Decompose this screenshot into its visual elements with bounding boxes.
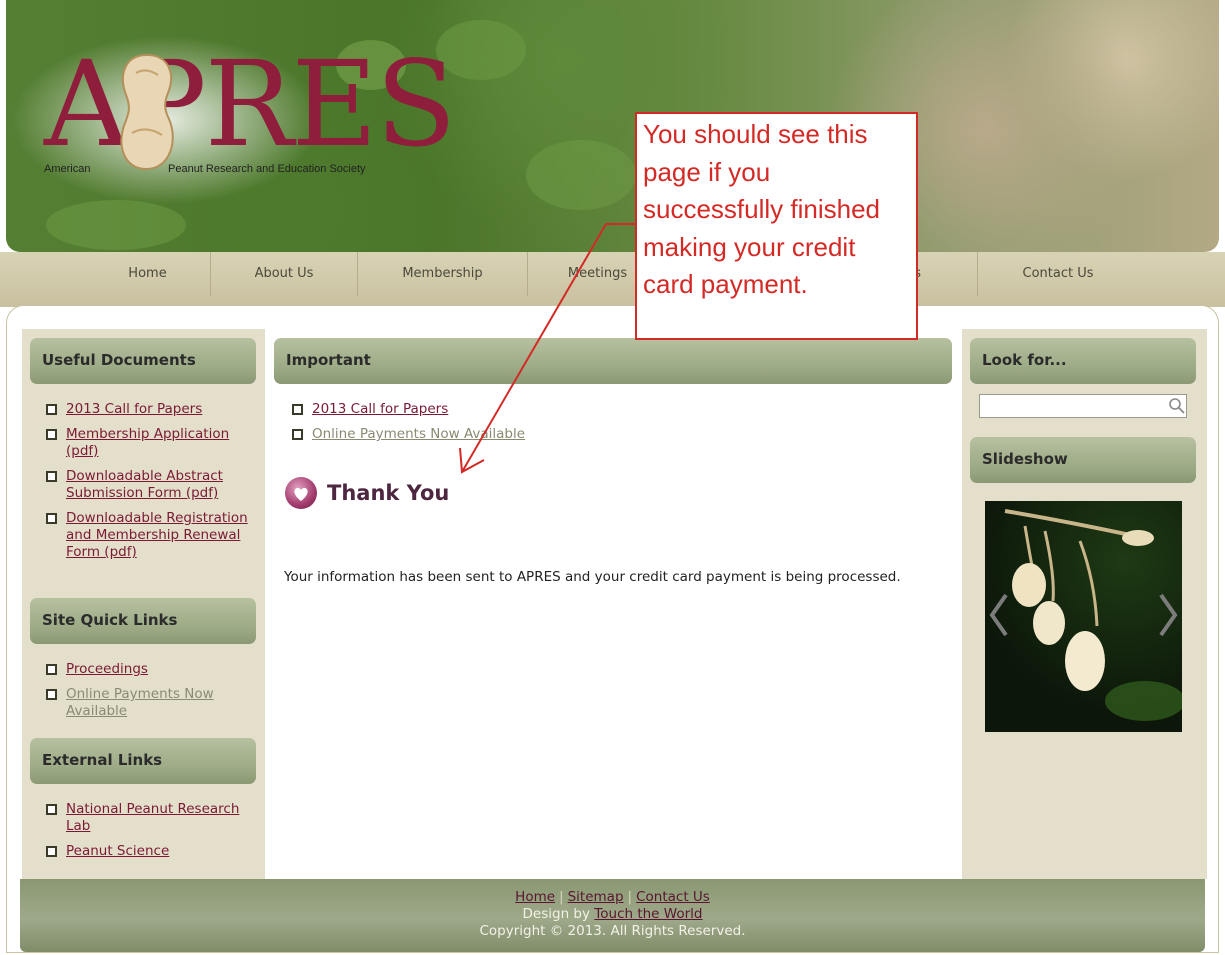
useful-documents-header: Useful Documents	[30, 338, 256, 384]
footer-separator: |	[559, 889, 564, 905]
footer-link-designer[interactable]: Touch the World	[594, 906, 702, 922]
footer-links: Home | Sitemap | Contact Us	[20, 879, 1205, 906]
external-links-header: External Links	[30, 738, 256, 784]
annotation-callout: You should see this page if you successf…	[635, 112, 918, 340]
important-header: Important	[274, 338, 952, 384]
bullet-icon	[46, 513, 57, 524]
bullet-icon	[46, 429, 57, 440]
peanut-photo	[1004, 509, 1182, 721]
list-item: Online Payments Now Available	[44, 686, 254, 720]
header-banner: APRES American Peanut Research and Educa…	[6, 0, 1219, 252]
list-item: Online Payments Now Available	[290, 426, 690, 443]
banner-foliage	[526, 140, 636, 210]
link-registration-form[interactable]: Downloadable Registration and Membership…	[66, 510, 248, 560]
banner-foliage	[46, 200, 186, 250]
external-links-list: National Peanut Research Lab Peanut Scie…	[44, 801, 254, 868]
search-header: Look for...	[970, 338, 1196, 384]
list-item: Proceedings	[44, 661, 254, 678]
link-proceedings[interactable]: Proceedings	[66, 661, 148, 677]
site-quick-links-list: Proceedings Online Payments Now Availabl…	[44, 661, 254, 728]
slideshow-next-icon[interactable]	[1157, 591, 1181, 639]
list-item: Downloadable Abstract Submission Form (p…	[44, 468, 254, 502]
site-logo[interactable]: APRES American Peanut Research and Educa…	[44, 45, 456, 185]
footer-design-prefix: Design by	[522, 906, 590, 922]
bullet-icon	[292, 429, 303, 440]
footer-link-contact[interactable]: Contact Us	[636, 889, 710, 905]
footer-credit: Design by Touch the World	[20, 906, 1205, 923]
logo-tagline: American	[44, 163, 91, 175]
link-membership-application[interactable]: Membership Application (pdf)	[66, 426, 229, 459]
thank-you-icon	[285, 477, 317, 509]
nav-contact-us[interactable]: Contact Us	[978, 252, 1138, 296]
footer: Home | Sitemap | Contact Us Design by Touch …	[20, 879, 1205, 952]
site-quick-links-header: Site Quick Links	[30, 598, 256, 644]
slideshow-prev-icon[interactable]	[986, 591, 1010, 639]
list-item: National Peanut Research Lab	[44, 801, 254, 835]
link-peanut-science[interactable]: Peanut Science	[66, 843, 169, 859]
useful-documents-list: 2013 Call for Papers Membership Applicat…	[44, 401, 254, 569]
link-online-payments[interactable]: Online Payments Now Available	[66, 686, 214, 719]
slideshow-image	[985, 501, 1182, 732]
link-call-for-papers[interactable]: 2013 Call for Papers	[66, 401, 202, 417]
heart-icon	[294, 487, 308, 501]
list-item: 2013 Call for Papers	[44, 401, 254, 418]
nav-home[interactable]: Home	[85, 252, 211, 296]
list-item: Downloadable Registration and Membership…	[44, 510, 254, 561]
bullet-icon	[46, 689, 57, 700]
list-item: Peanut Science	[44, 843, 254, 860]
page-title: Thank You	[327, 481, 450, 505]
slideshow-header: Slideshow	[970, 437, 1196, 483]
bullet-icon	[292, 404, 303, 415]
search-icon[interactable]	[1168, 397, 1186, 415]
link-online-payments[interactable]: Online Payments Now Available	[312, 426, 525, 442]
list-item: 2013 Call for Papers	[290, 401, 690, 418]
list-item: Membership Application (pdf)	[44, 426, 254, 460]
logo-tagline: Peanut Research and Education Society	[168, 163, 366, 175]
nav-membership[interactable]: Membership	[358, 252, 528, 296]
bullet-icon	[46, 846, 57, 857]
bullet-icon	[46, 804, 57, 815]
footer-separator: |	[627, 889, 633, 905]
confirmation-message: Your information has been sent to APRES …	[284, 569, 901, 585]
bullet-icon	[46, 471, 57, 482]
search-input[interactable]	[979, 394, 1187, 418]
logo-wordmark: APRES	[44, 35, 456, 173]
bullet-icon	[46, 664, 57, 675]
link-abstract-form[interactable]: Downloadable Abstract Submission Form (p…	[66, 468, 223, 501]
footer-copyright: Copyright © 2013. All Rights Reserved.	[479, 923, 746, 939]
important-list: 2013 Call for Papers Online Payments Now…	[290, 401, 690, 451]
main-nav: Home About Us Membership Meetings ds Con…	[0, 252, 1225, 307]
nav-about-us[interactable]: About Us	[211, 252, 358, 296]
peanut-icon	[120, 53, 174, 171]
bullet-icon	[46, 404, 57, 415]
link-call-for-papers[interactable]: 2013 Call for Papers	[312, 401, 448, 417]
footer-link-home[interactable]: Home	[515, 889, 555, 905]
footer-link-sitemap[interactable]: Sitemap	[568, 889, 624, 905]
link-national-peanut-lab[interactable]: National Peanut Research Lab	[66, 801, 239, 834]
